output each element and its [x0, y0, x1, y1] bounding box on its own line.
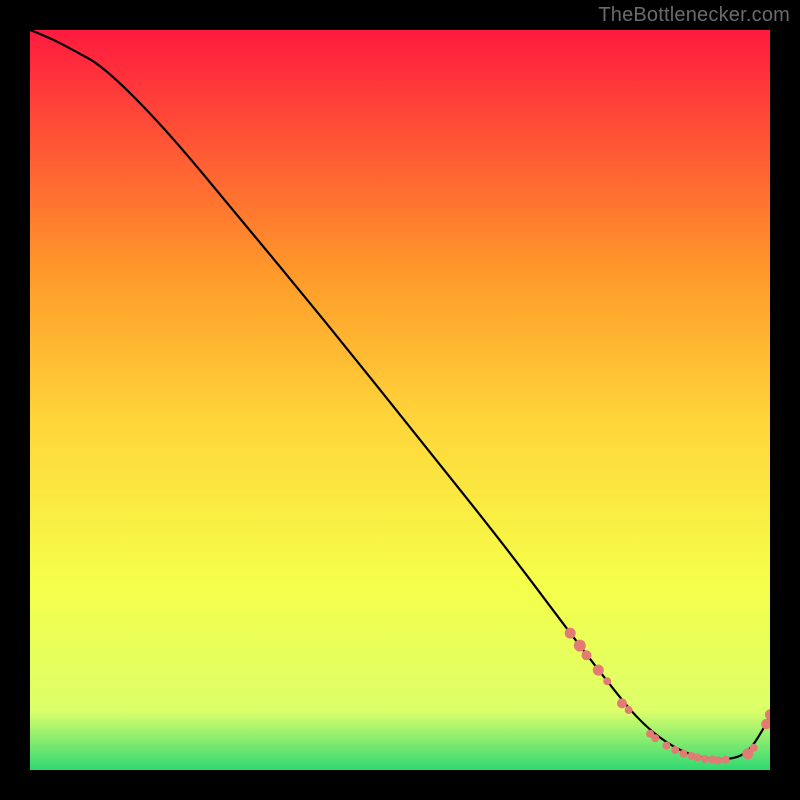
data-dot [714, 756, 722, 764]
data-dot [679, 750, 687, 758]
data-dot [593, 665, 604, 676]
chart-svg [30, 30, 770, 770]
data-dot [701, 755, 709, 763]
gradient-background [30, 30, 770, 770]
data-dot [617, 698, 627, 708]
data-dot [625, 706, 633, 714]
data-dot [574, 640, 586, 652]
attribution-text: TheBottlenecker.com [598, 4, 790, 27]
data-dot [671, 746, 679, 754]
chart-frame: TheBottlenecker.com [0, 0, 800, 800]
data-dot [603, 677, 611, 685]
data-dot [693, 753, 701, 761]
data-dot [651, 734, 659, 742]
data-dot [722, 756, 730, 764]
data-dot [662, 742, 670, 750]
plot-area [30, 30, 770, 770]
data-dot [581, 650, 591, 660]
data-dot [750, 744, 758, 752]
data-dot [565, 628, 576, 639]
